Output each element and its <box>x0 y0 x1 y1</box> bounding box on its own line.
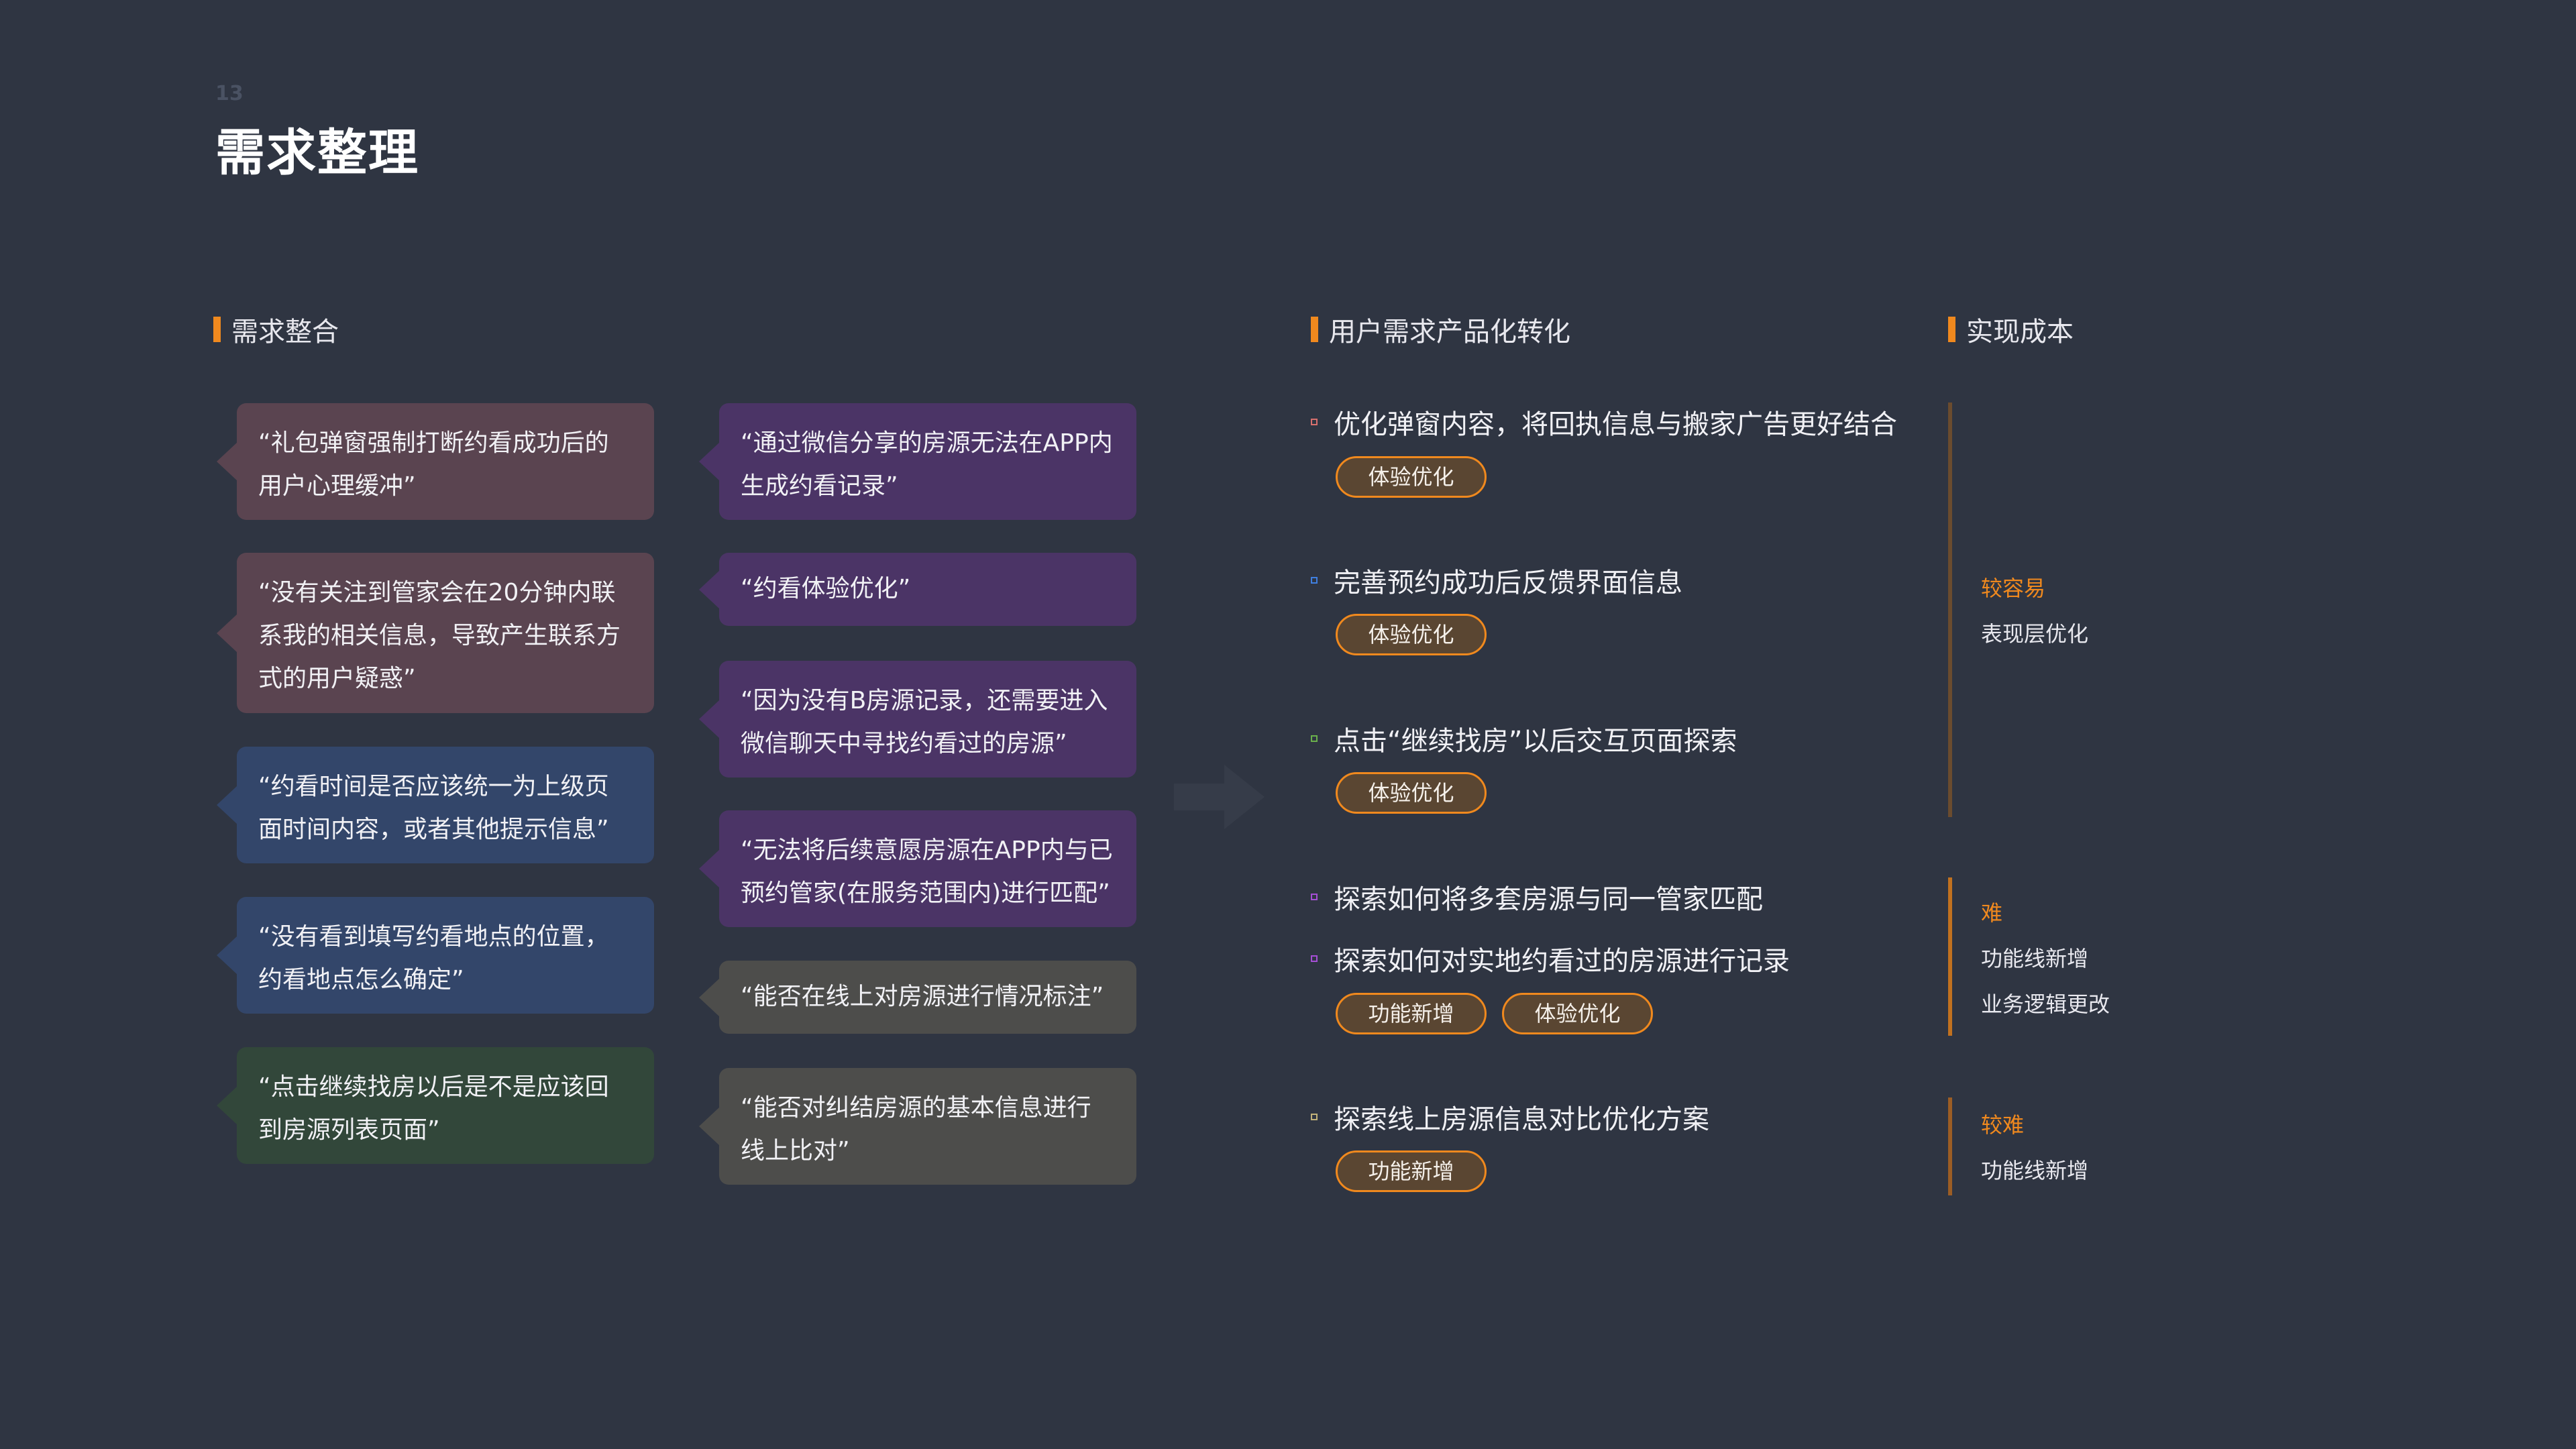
section-header-conversion: 用户需求产品化转化 <box>1311 310 1570 349</box>
cost-level: 较难 <box>1981 1112 2025 1138</box>
tag-badge: 功能新增 <box>1336 1150 1487 1192</box>
conversion-item: 完善预约成功后反馈界面信息 <box>1311 561 1682 600</box>
tag-badge: 体验优化 <box>1336 772 1487 814</box>
cost-level: 难 <box>1981 900 2003 926</box>
conversion-item-text: 探索如何将多套房源与同一管家匹配 <box>1334 884 1763 915</box>
quote-bubble: “能否对纠结房源的基本信息进行线上比对” <box>699 1068 1136 1185</box>
conversion-item: 优化弹窗内容，将回执信息与搬家广告更好结合 <box>1311 402 1897 441</box>
section-header-cost: 实现成本 <box>1948 310 2074 349</box>
section-marker <box>1311 317 1318 342</box>
arrow-right-icon <box>1174 765 1265 829</box>
quote-bubble: “无法将后续意愿房源在APP内与已预约管家(在服务范围内)进行匹配” <box>699 810 1136 927</box>
section-header-integration: 需求整合 <box>213 310 339 349</box>
tag-badge: 体验优化 <box>1336 614 1487 655</box>
marker-square <box>1311 1114 1318 1120</box>
quote-bubble: “约看时间是否应该统一为上级页面时间内容，或者其他提示信息” <box>217 747 654 863</box>
section-title: 需求整合 <box>231 317 339 347</box>
section-marker <box>213 317 221 342</box>
cost-bar <box>1948 1097 1952 1195</box>
conversion-item-text: 完善预约成功后反馈界面信息 <box>1334 568 1682 598</box>
section-marker <box>1948 317 1955 342</box>
cost-detail: 表现层优化 <box>1981 621 2089 647</box>
cost-bar <box>1948 402 1952 817</box>
page-title: 需求整理 <box>215 124 419 182</box>
conversion-item-text: 探索线上房源信息对比优化方案 <box>1334 1104 1709 1135</box>
conversion-item: 点击“继续找房”以后交互页面探索 <box>1311 719 1737 758</box>
quote-bubble: “点击继续找房以后是不是应该回到房源列表页面” <box>217 1047 654 1164</box>
tag-badge: 体验优化 <box>1336 456 1487 498</box>
quote-bubble: “因为没有B房源记录，还需要进入微信聊天中寻找约看过的房源” <box>699 661 1136 777</box>
cost-bar <box>1948 877 1952 1036</box>
conversion-item-text: 探索如何对实地约看过的房源进行记录 <box>1334 946 1790 977</box>
marker-square <box>1311 735 1318 742</box>
conversion-item: 探索线上房源信息对比优化方案 <box>1311 1097 1709 1136</box>
cost-detail: 功能线新增 <box>1981 1158 2089 1183</box>
cost-level: 较容易 <box>1981 576 2046 601</box>
marker-square <box>1311 955 1318 962</box>
quote-bubble: “没有看到填写约看地点的位置，约看地点怎么确定” <box>217 897 654 1014</box>
quote-bubble: “能否在线上对房源进行情况标注” <box>699 961 1136 1034</box>
marker-square <box>1311 419 1318 425</box>
page-number: 13 <box>215 82 244 105</box>
marker-square <box>1311 894 1318 900</box>
conversion-item: 探索如何将多套房源与同一管家匹配 <box>1311 877 1763 916</box>
quote-bubble: “礼包弹窗强制打断约看成功后的用户心理缓冲” <box>217 403 654 520</box>
section-title: 实现成本 <box>1966 317 2074 347</box>
quote-bubble: “约看体验优化” <box>699 553 1136 626</box>
section-title: 用户需求产品化转化 <box>1329 317 1570 347</box>
quote-bubble: “没有关注到管家会在20分钟内联系我的相关信息，导致产生联系方式的用户疑惑” <box>217 553 654 713</box>
marker-square <box>1311 577 1318 584</box>
conversion-item-text: 点击“继续找房”以后交互页面探索 <box>1334 726 1737 757</box>
conversion-item: 探索如何对实地约看过的房源进行记录 <box>1311 939 1790 978</box>
cost-detail: 业务逻辑更改 <box>1981 991 2110 1017</box>
cost-detail: 功能线新增 <box>1981 946 2089 971</box>
tag-badge: 体验优化 <box>1502 993 1653 1034</box>
tag-badge: 功能新增 <box>1336 993 1487 1034</box>
quote-bubble: “通过微信分享的房源无法在APP内生成约看记录” <box>699 403 1136 520</box>
conversion-item-text: 优化弹窗内容，将回执信息与搬家广告更好结合 <box>1334 409 1897 440</box>
